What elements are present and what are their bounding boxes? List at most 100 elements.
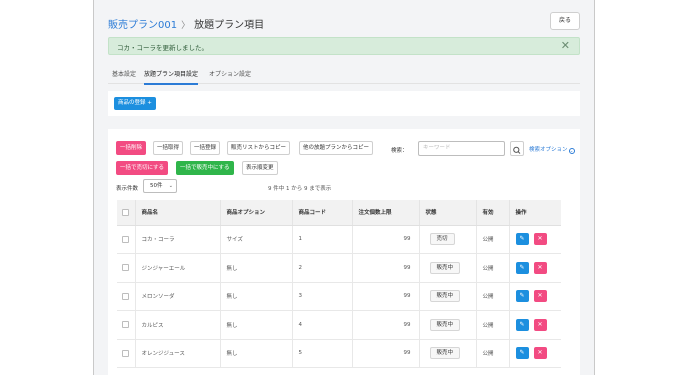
status-button[interactable]: 販売中 [429,318,461,331]
edit-icon[interactable]: ✎ [515,318,529,331]
row-checkbox[interactable] [122,349,130,357]
tab-option-settings[interactable]: オプション設定 [209,69,251,78]
edit-icon[interactable]: ✎ [515,290,529,303]
select-cell [117,310,135,340]
row-checkbox[interactable] [122,292,130,300]
column-header: 操作 [508,200,561,226]
page-header: 販売プラン001 〉放題プラン項目 戻る [108,12,582,34]
select-cell [117,225,135,254]
status-button[interactable]: 売切 [429,233,455,246]
chevron-down-icon: ⌄ [568,148,575,154]
status-button[interactable]: 販売中 [429,347,461,360]
bulk-sold-out-button[interactable]: 一括で売切にする [116,161,169,175]
keyword-search-input[interactable]: キーワード [418,141,505,156]
table-row: ジンジャーエール 無し 2 99 販売中 公開 ✎ ✕ [117,253,561,283]
product-name: メロンソーダ [134,282,220,311]
product-code: 5 [291,339,352,368]
column-header: 商品名 [134,200,220,226]
actions-cell: ✎ ✕ [508,225,561,254]
row-checkbox[interactable] [122,235,130,243]
range-info: 9 件中 1 から 9 まで表示 [268,186,332,192]
actions-cell: ✎ ✕ [508,253,561,283]
delete-icon[interactable]: ✕ [533,290,547,303]
select-all-cell [117,200,135,226]
actions-cell: ✎ ✕ [508,282,561,311]
delete-icon[interactable]: ✕ [533,261,547,274]
bulk-fetch-button[interactable]: 一括取得 [153,141,184,155]
status-cell: 販売中 [418,310,476,340]
product-option: 無し [219,310,292,340]
row-checkbox[interactable] [122,264,130,272]
table-row: メロンソーダ 無し 3 99 販売中 公開 ✎ ✕ [117,282,561,311]
order-limit: 99 [351,282,419,311]
product-name: カルピス [134,310,220,340]
app-frame: 販売プラン001 〉放題プラン項目 戻る コカ・コーラを更新しました。 ✕ 基本設… [93,0,595,375]
status-cell: 販売中 [418,339,476,368]
per-page-label: 表示件数 [116,186,139,192]
table-row: オレンジジュース 無し 5 99 販売中 公開 ✎ ✕ [117,339,561,368]
breadcrumb: 販売プラン001 〉放題プラン項目 [108,16,264,31]
product-option: 無し [219,253,292,283]
select-all-checkbox[interactable] [122,208,130,216]
alert-message: コカ・コーラを更新しました。 [117,44,208,52]
actions-cell: ✎ ✕ [508,310,561,340]
search-options-label: 検索オプション [529,147,568,153]
tab-basic-settings[interactable]: 基本設定 [112,69,136,78]
column-header: 注文個数上限 [351,200,419,226]
items-table: 商品名 商品オプション 商品コード 注文個数上限 状態 有効 操作 コカ・コーラ… [117,200,561,368]
status-cell: 販売中 [418,282,476,311]
edit-icon[interactable]: ✎ [515,347,529,360]
back-button[interactable]: 戻る [550,12,580,30]
page-title: 放題プラン項目 [194,20,265,31]
column-header: 商品コード [291,200,352,226]
order-limit: 99 [351,225,419,254]
register-product-button[interactable]: 商品の登録 + [114,97,156,110]
product-code: 4 [291,310,352,340]
edit-icon[interactable]: ✎ [515,261,529,274]
product-name: コカ・コーラ [134,225,220,254]
valid-status: 公開 [475,225,509,254]
breadcrumb-separator-icon: 〉 [181,21,191,31]
edit-icon[interactable]: ✎ [515,233,529,246]
product-name: オレンジジュース [134,339,220,368]
status-button[interactable]: 販売中 [429,261,461,274]
actions-cell: ✎ ✕ [508,339,561,368]
order-limit: 99 [351,253,419,283]
change-display-order-button[interactable]: 表示順変更 [242,161,278,175]
table-header-row: 商品名 商品オプション 商品コード 注文個数上限 状態 有効 操作 [117,200,561,226]
chevron-down-icon: ⌄ [168,183,173,189]
column-header: 商品オプション [219,200,292,226]
order-limit: 99 [351,310,419,340]
bulk-on-sale-button[interactable]: 一括で販売中にする [176,161,234,175]
per-page-select[interactable]: 50件 ⌄ [143,179,177,193]
table-row: コカ・コーラ サイズ 1 99 売切 公開 ✎ ✕ [117,225,561,254]
copy-from-sales-list-button[interactable]: 販売リストからコピー [227,141,291,155]
product-code: 1 [291,225,352,254]
copy-from-other-plan-button[interactable]: 他の放題プランからコピー [299,141,374,155]
select-cell [117,282,135,311]
search-options-link[interactable]: 検索オプション ⌄ [529,145,575,154]
select-cell [117,339,135,368]
register-card: 商品の登録 + [108,91,580,116]
delete-icon[interactable]: ✕ [533,347,547,360]
table-row: カルピス 無し 4 99 販売中 公開 ✎ ✕ [117,310,561,340]
product-name: ジンジャーエール [134,253,220,283]
valid-status: 公開 [475,310,509,340]
breadcrumb-parent-link[interactable]: 販売プラン001 [108,20,177,31]
search-button[interactable] [510,141,524,156]
tab-bar: 基本設定 放題プラン項目設定 オプション設定 [108,64,580,85]
bulk-delete-button[interactable]: 一括削除 [116,141,147,155]
row-checkbox[interactable] [122,321,130,329]
close-icon[interactable]: ✕ [561,40,570,52]
tab-plan-items[interactable]: 放題プラン項目設定 [144,69,199,85]
product-option: サイズ [219,225,292,254]
column-header: 状態 [418,200,476,226]
status-button[interactable]: 販売中 [429,290,461,303]
order-limit: 99 [351,339,419,368]
status-cell: 販売中 [418,253,476,283]
valid-status: 公開 [475,282,509,311]
valid-status: 公開 [475,339,509,368]
bulk-register-button[interactable]: 一括登録 [190,141,221,155]
delete-icon[interactable]: ✕ [533,233,547,246]
delete-icon[interactable]: ✕ [533,318,547,331]
